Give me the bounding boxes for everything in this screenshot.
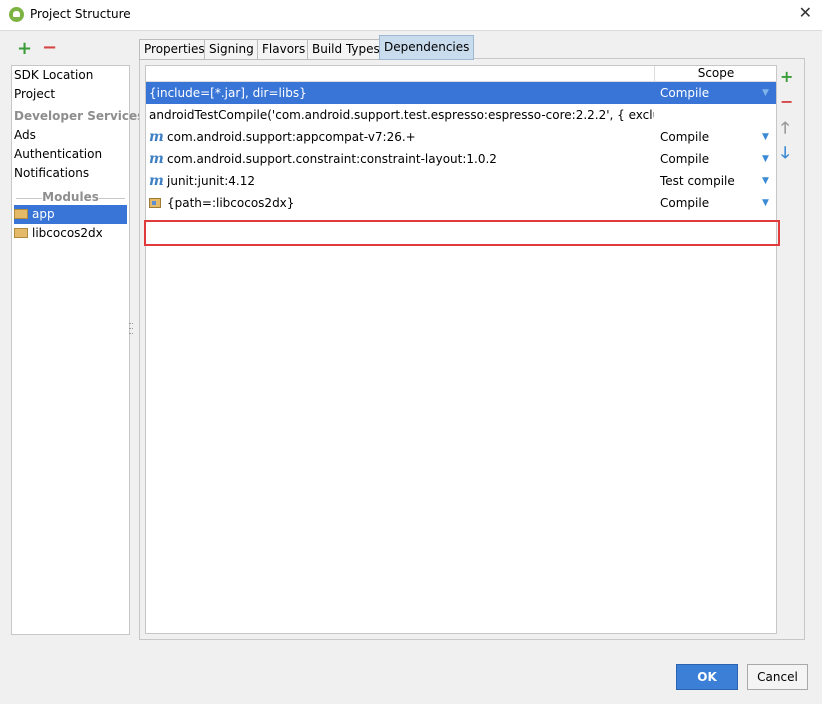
dependency-name: com.android.support.constraint:constrain… — [167, 152, 497, 166]
tab-flavors[interactable]: Flavors — [257, 39, 311, 60]
chevron-down-icon[interactable]: ▼ — [762, 170, 769, 192]
dependency-name: com.android.support:appcompat-v7:26.+ — [167, 130, 416, 144]
sidebar: SDK Location Project Developer Services … — [11, 65, 144, 635]
remove-module-icon[interactable]: − — [42, 39, 57, 57]
splitter-handle[interactable] — [129, 323, 133, 343]
scope-value[interactable]: Compile — [660, 192, 709, 214]
scope-value[interactable]: Compile — [660, 148, 709, 170]
dialog-body: + − SDK Location Project Developer Servi… — [0, 30, 822, 704]
scope-value[interactable]: Compile — [660, 126, 709, 148]
sidebar-item-libcocos2dx[interactable]: libcocos2dx — [14, 224, 103, 243]
close-icon[interactable]: ✕ — [799, 3, 812, 22]
dependency-name: {path=:libcocos2dx} — [167, 196, 295, 210]
chevron-down-icon[interactable]: ▼ — [762, 126, 769, 148]
scope-value[interactable]: Compile — [660, 82, 709, 104]
dependency-cell: m junit:junit:4.12 — [149, 170, 654, 192]
tab-signing[interactable]: Signing — [204, 39, 259, 60]
highlight-box — [144, 220, 780, 246]
maven-icon: m — [149, 151, 164, 167]
module-folder-icon — [14, 209, 28, 219]
developer-services-header: Developer Services — [14, 109, 145, 123]
sidebar-item-app[interactable]: app — [14, 205, 127, 224]
add-module-icon[interactable]: + — [17, 40, 32, 58]
sidebar-item-project[interactable]: Project — [14, 85, 55, 104]
module-folder-icon — [14, 228, 28, 238]
chevron-down-icon[interactable]: ▼ — [762, 148, 769, 170]
android-studio-icon — [9, 7, 24, 22]
sidebar-item-ads[interactable]: Ads — [14, 126, 36, 145]
chevron-down-icon[interactable]: ▼ — [762, 192, 769, 214]
dependency-cell: {path=:libcocos2dx} — [149, 192, 654, 214]
move-down-icon[interactable]: 🡓 — [781, 145, 789, 161]
dependencies-table: Scope {include=[*.jar], dir=libs} Compil… — [145, 65, 777, 634]
move-up-icon[interactable]: 🡑 — [781, 120, 789, 136]
table-row[interactable]: androidTestCompile('com.android.support.… — [146, 104, 776, 126]
chevron-down-icon[interactable]: ▼ — [762, 82, 769, 104]
dependency-column-header — [146, 66, 654, 82]
sidebar-item-sdk-location[interactable]: SDK Location — [14, 66, 93, 85]
scope-column-header: Scope — [654, 66, 777, 82]
table-row[interactable]: m com.android.support.constraint:constrai… — [146, 148, 776, 170]
tab-dependencies[interactable]: Dependencies — [379, 35, 475, 60]
module-icon — [149, 198, 161, 208]
remove-dependency-icon[interactable]: − — [780, 94, 793, 110]
tab-build-types[interactable]: Build Types — [307, 39, 385, 60]
dependency-name: androidTestCompile('com.android.support.… — [149, 108, 654, 122]
table-row[interactable]: {path=:libcocos2dx} Compile ▼ — [146, 192, 776, 214]
dependency-cell: m com.android.support:appcompat-v7:26.+ — [149, 126, 654, 148]
table-row[interactable]: m junit:junit:4.12 Test compile ▼ — [146, 170, 776, 192]
scope-value[interactable]: Test compile — [660, 170, 735, 192]
module-label: app — [32, 207, 55, 221]
ok-button[interactable]: OK — [676, 664, 738, 690]
module-label: libcocos2dx — [32, 226, 103, 240]
table-row[interactable]: m com.android.support:appcompat-v7:26.+ C… — [146, 126, 776, 148]
maven-icon: m — [149, 173, 164, 189]
title-bar: Project Structure ✕ — [0, 0, 822, 30]
cancel-button[interactable]: Cancel — [747, 664, 808, 690]
sidebar-item-authentication[interactable]: Authentication — [14, 145, 102, 164]
table-row[interactable]: {include=[*.jar], dir=libs} Compile ▼ — [146, 82, 776, 104]
tab-properties[interactable]: Properties — [139, 39, 210, 60]
sidebar-item-notifications[interactable]: Notifications — [14, 164, 89, 183]
window-title: Project Structure — [30, 7, 131, 21]
dependency-cell: m com.android.support.constraint:constrai… — [149, 148, 654, 170]
add-dependency-icon[interactable]: + — [780, 69, 793, 85]
dependency-name: junit:junit:4.12 — [167, 174, 255, 188]
maven-icon: m — [149, 129, 164, 145]
dependency-name: {include=[*.jar], dir=libs} — [149, 86, 307, 100]
